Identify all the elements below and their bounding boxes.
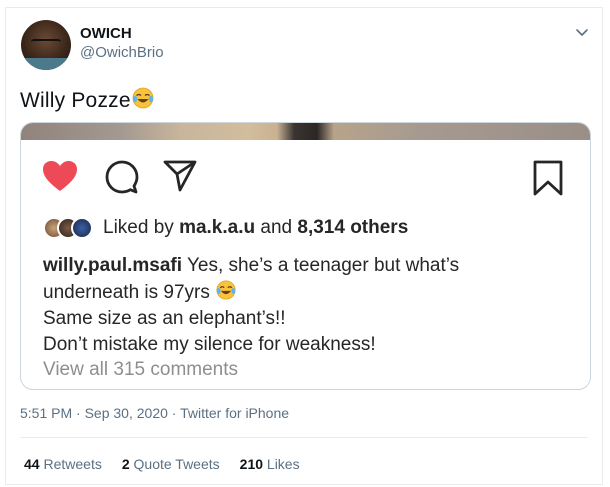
quote-tweets-label: Quote Tweets [133,456,220,472]
tweet-text: Willy Pozze [20,86,155,113]
liked-by-conjunction: and [260,217,293,238]
avatar[interactable] [21,20,71,70]
quote-tweets-count: 2 [121,456,130,472]
author-display-name[interactable]: OWICH [80,25,132,42]
tweet-source[interactable]: Twitter for iPhone [180,405,289,421]
bookmark-icon[interactable] [532,159,564,197]
face-with-tears-of-joy-icon [216,280,236,300]
face-with-tears-of-joy-icon [132,87,154,109]
heart-icon[interactable] [41,159,79,193]
liked-by-user[interactable]: ma.k.a.u [179,217,255,238]
liker-avatar [71,217,93,239]
avatar-shirt [21,58,71,70]
view-all-comments-link[interactable]: View all 315 comments [43,359,238,381]
photo-strip [21,123,590,140]
author-handle[interactable]: @OwichBrio [80,44,164,61]
embedded-instagram-image[interactable]: Liked by ma.k.a.u and 8,314 others willy… [20,122,591,390]
chevron-down-icon[interactable] [574,24,590,40]
likes-label: Likes [266,456,300,472]
liked-by-prefix: Liked by [103,217,174,238]
liked-by-row: Liked by ma.k.a.u and 8,314 others [43,215,408,241]
tweet-time[interactable]: 5:51 PM [20,405,72,421]
retweets-label: Retweets [43,456,102,472]
tweet-card: OWICH @OwichBrio Willy Pozze Liked by ma… [5,7,603,485]
avatar-glasses [31,39,61,48]
liked-by-count[interactable]: 8,314 others [297,217,408,238]
post-caption: willy.paul.msafi Yes, she’s a teenager b… [43,253,573,358]
caption-text-2: underneath is 97yrs [43,282,210,303]
meta-separator: · [72,405,85,421]
caption-line-1: willy.paul.msafi Yes, she’s a teenager b… [43,253,573,279]
liked-by-text: Liked by ma.k.a.u and 8,314 others [103,217,408,239]
tweet-stats: 44 Retweets 2 Quote Tweets 210 Likes [24,456,300,472]
caption-line-2: underneath is 97yrs [43,279,573,306]
retweets-count: 44 [24,456,40,472]
caption-text-1: Yes, she’s a teenager but what’s [186,255,460,276]
tweet-date[interactable]: Sep 30, 2020 [85,405,168,421]
caption-line-4: Don’t mistake my silence for weakness! [43,334,376,355]
retweets-stat[interactable]: 44 Retweets [24,456,102,472]
tweet-text-content: Willy Pozze [20,89,131,112]
quote-tweets-stat[interactable]: 2 Quote Tweets [122,456,220,472]
tweet-meta: 5:51 PM · Sep 30, 2020 · Twitter for iPh… [20,405,289,421]
share-send-icon[interactable] [162,159,198,193]
caption-username[interactable]: willy.paul.msafi [43,255,182,276]
meta-separator: · [167,405,181,421]
caption-line-3: Same size as an elephant’s!! [43,308,286,329]
comment-icon[interactable] [103,159,139,195]
likes-stat[interactable]: 210 Likes [240,456,300,472]
divider [20,437,588,438]
likes-count: 210 [239,456,264,472]
